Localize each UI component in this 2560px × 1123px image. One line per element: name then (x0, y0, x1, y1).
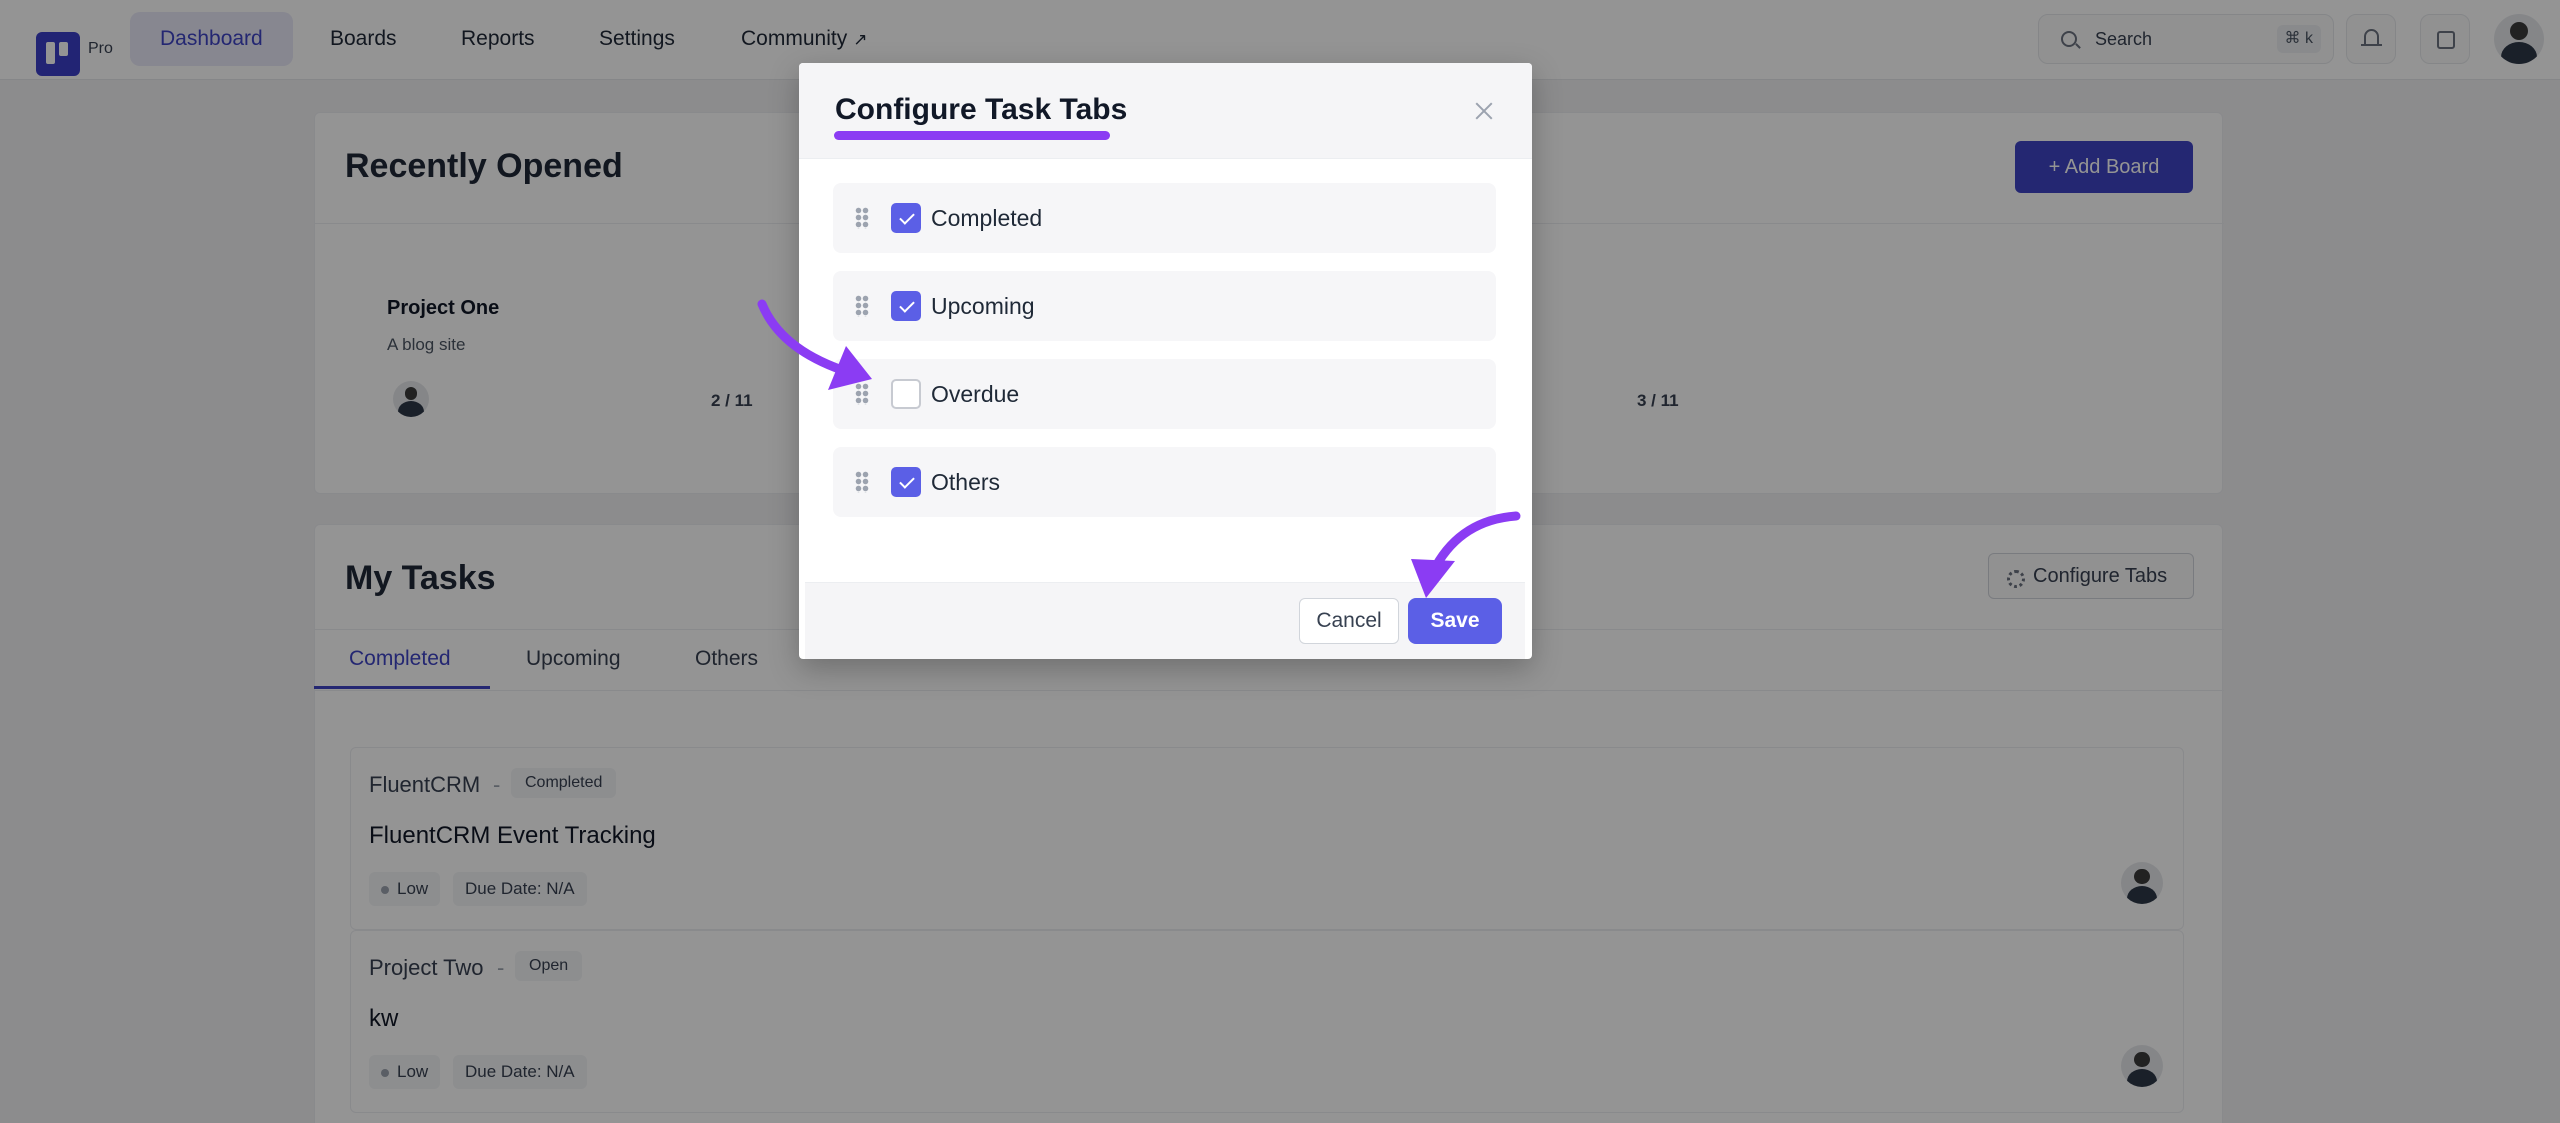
save-button[interactable]: Save (1408, 598, 1502, 644)
tab-row-overdue: Overdue (833, 359, 1496, 429)
overdue-checkbox[interactable] (891, 379, 921, 409)
modal-footer: Cancel Save (805, 582, 1525, 659)
drag-handle-icon[interactable] (855, 471, 869, 493)
title-highlight-underline (834, 131, 1110, 140)
row-label: Overdue (931, 381, 1020, 407)
row-label: Completed (931, 205, 1043, 231)
upcoming-checkbox[interactable] (891, 291, 921, 321)
row-label: Upcoming (931, 293, 1035, 319)
drag-handle-icon[interactable] (855, 207, 869, 229)
cancel-button[interactable]: Cancel (1299, 598, 1399, 644)
modal-header: Configure Task Tabs (799, 63, 1532, 159)
configure-task-tabs-modal: Configure Task Tabs Completed Upcoming O… (799, 63, 1532, 659)
tab-row-others: Others (833, 447, 1496, 517)
others-checkbox[interactable] (891, 467, 921, 497)
modal-title: Configure Task Tabs (835, 93, 1128, 126)
tab-row-upcoming: Upcoming (833, 271, 1496, 341)
drag-handle-icon[interactable] (855, 295, 869, 317)
drag-handle-icon[interactable] (855, 383, 869, 405)
tab-row-completed: Completed (833, 183, 1496, 253)
completed-checkbox[interactable] (891, 203, 921, 233)
row-label: Others (931, 469, 1001, 495)
close-icon[interactable] (1471, 98, 1497, 124)
